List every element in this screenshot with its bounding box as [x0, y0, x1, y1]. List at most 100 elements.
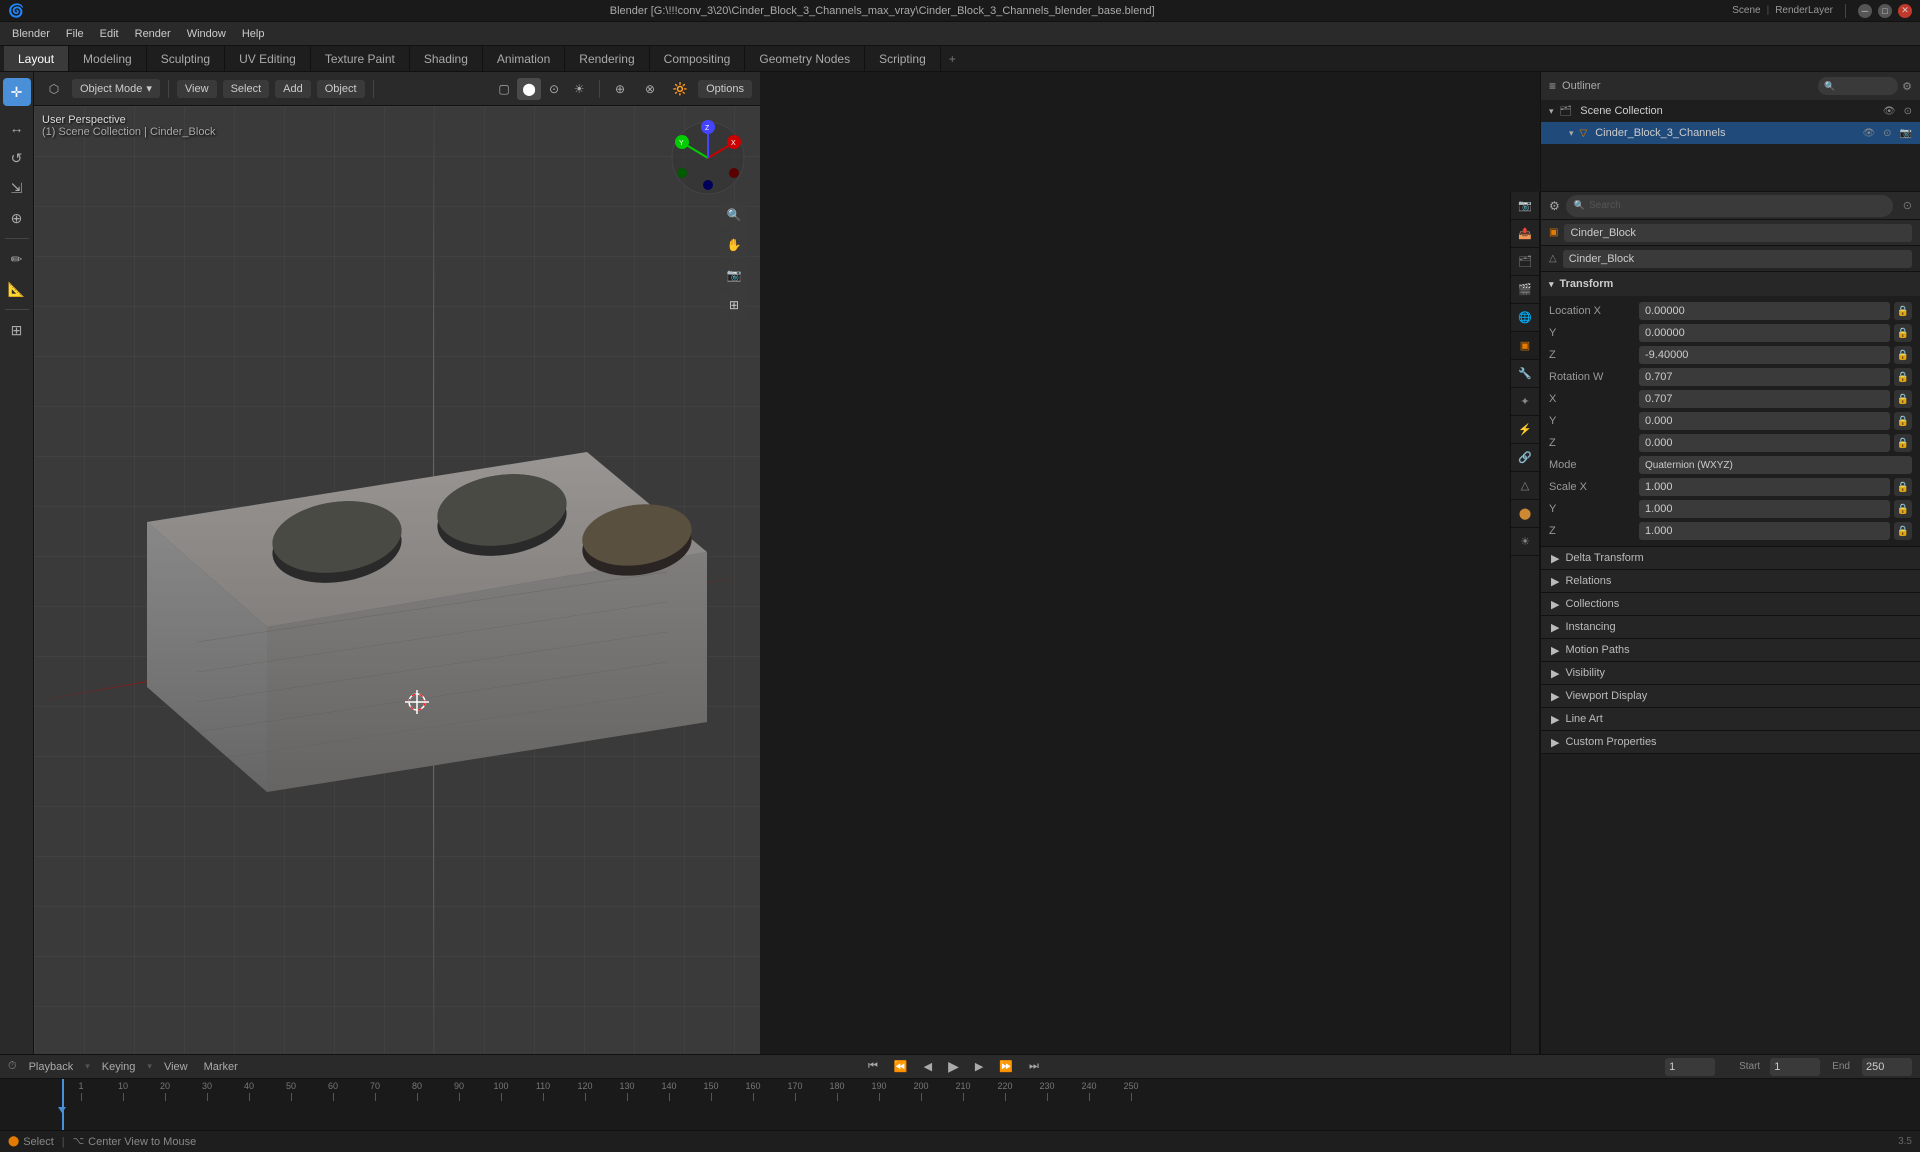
- magnify-view-button[interactable]: 🔍: [720, 201, 748, 229]
- scene-collection-visibility[interactable]: 👁: [1883, 106, 1896, 117]
- jump-to-start-button[interactable]: ⏮: [864, 1058, 882, 1075]
- shading-props-tab[interactable]: ☀: [1511, 528, 1539, 556]
- timeline-ruler[interactable]: 1 10 20 30 40 50: [0, 1079, 1920, 1133]
- outliner-search[interactable]: 🔍: [1818, 77, 1898, 95]
- rotate-tool-button[interactable]: ↺: [3, 144, 31, 172]
- location-y-field[interactable]: 0.00000: [1639, 324, 1890, 342]
- scale-x-field[interactable]: 1.000: [1639, 478, 1890, 496]
- collections-header[interactable]: ▶ Collections: [1541, 593, 1920, 615]
- rotation-w-field[interactable]: 0.707: [1639, 368, 1890, 386]
- navigation-gizmo[interactable]: X Y Z: [668, 118, 748, 198]
- delta-transform-header[interactable]: ▶ Delta Transform: [1541, 547, 1920, 569]
- maximize-button[interactable]: □: [1878, 4, 1892, 18]
- mode-dropdown[interactable]: Object Mode ▾: [72, 79, 160, 98]
- rotation-y-field[interactable]: 0.000: [1639, 412, 1890, 430]
- object-props-tab[interactable]: ▣: [1511, 332, 1539, 360]
- rotation-mode-dropdown[interactable]: Quaternion (WXYZ): [1639, 456, 1912, 474]
- tab-uv-editing[interactable]: UV Editing: [225, 46, 311, 71]
- scale-y-field[interactable]: 1.000: [1639, 500, 1890, 518]
- tab-animation[interactable]: Animation: [483, 46, 565, 71]
- line-art-header[interactable]: ▶ Line Art: [1541, 708, 1920, 730]
- location-x-lock[interactable]: 🔒: [1894, 302, 1912, 320]
- minimize-button[interactable]: ─: [1858, 4, 1872, 18]
- grid-view-button[interactable]: ⊞: [720, 291, 748, 319]
- tab-compositing[interactable]: Compositing: [650, 46, 746, 71]
- transform-tool-button[interactable]: ⊕: [3, 204, 31, 232]
- rotation-z-field[interactable]: 0.000: [1639, 434, 1890, 452]
- measure-tool-button[interactable]: 📐: [3, 275, 31, 303]
- tab-texture-paint[interactable]: Texture Paint: [311, 46, 410, 71]
- output-props-tab[interactable]: 📤: [1511, 220, 1539, 248]
- view-layer-props-tab[interactable]: 🗂: [1511, 248, 1539, 276]
- material-props-tab[interactable]: ⬤: [1511, 500, 1539, 528]
- item-visibility[interactable]: 👁: [1862, 128, 1875, 139]
- location-x-field[interactable]: 0.00000: [1639, 302, 1890, 320]
- mesh-name-field[interactable]: Cinder_Block: [1563, 250, 1912, 268]
- tab-layout[interactable]: Layout: [4, 46, 69, 71]
- rotation-w-lock[interactable]: 🔒: [1894, 368, 1912, 386]
- transform-section-header[interactable]: ▾ Transform: [1541, 272, 1920, 296]
- scale-y-lock[interactable]: 🔒: [1894, 500, 1912, 518]
- modifier-props-tab[interactable]: 🔧: [1511, 360, 1539, 388]
- motion-paths-header[interactable]: ▶ Motion Paths: [1541, 639, 1920, 661]
- scale-z-lock[interactable]: 🔒: [1894, 522, 1912, 540]
- render-props-tab[interactable]: 📷: [1511, 192, 1539, 220]
- tab-shading[interactable]: Shading: [410, 46, 483, 71]
- view-menu[interactable]: View: [160, 1059, 192, 1075]
- close-button[interactable]: ✕: [1898, 4, 1912, 18]
- add-workspace-button[interactable]: +: [941, 46, 964, 71]
- outliner-scene-collection[interactable]: ▾ 🗂 Scene Collection 👁 ⊙: [1541, 100, 1920, 122]
- step-forward-button[interactable]: ⏩: [995, 1058, 1017, 1075]
- scene-props-tab[interactable]: 🎬: [1511, 276, 1539, 304]
- tab-rendering[interactable]: Rendering: [565, 46, 649, 71]
- particles-props-tab[interactable]: ✦: [1511, 388, 1539, 416]
- options-button[interactable]: Options: [698, 80, 752, 98]
- move-tool-button[interactable]: ↔: [3, 114, 31, 142]
- viewport-canvas[interactable]: User Perspective (1) Scene Collection | …: [34, 106, 760, 1098]
- item-select-restrict[interactable]: ⊙: [1883, 128, 1891, 139]
- jump-to-end-button[interactable]: ⏭: [1025, 1058, 1043, 1075]
- outliner-filter-button[interactable]: ⚙: [1902, 80, 1912, 93]
- solid-icon[interactable]: ⬤: [517, 78, 541, 100]
- rotation-x-lock[interactable]: 🔒: [1894, 390, 1912, 408]
- rendered-icon[interactable]: ☀: [567, 78, 591, 100]
- add-menu[interactable]: Add: [275, 80, 311, 98]
- prev-frame-button[interactable]: ◀: [920, 1058, 936, 1075]
- add-tool-button[interactable]: ⊞: [3, 316, 31, 344]
- relations-header[interactable]: ▶ Relations: [1541, 570, 1920, 592]
- rotation-z-lock[interactable]: 🔒: [1894, 434, 1912, 452]
- rotation-x-field[interactable]: 0.707: [1639, 390, 1890, 408]
- scale-tool-button[interactable]: ⇲: [3, 174, 31, 202]
- view-menu[interactable]: View: [177, 80, 217, 98]
- play-button[interactable]: ▶: [944, 1056, 963, 1077]
- tab-geometry-nodes[interactable]: Geometry Nodes: [745, 46, 865, 71]
- playback-menu[interactable]: Playback: [25, 1059, 78, 1075]
- scale-z-field[interactable]: 1.000: [1639, 522, 1890, 540]
- marker-menu[interactable]: Marker: [200, 1059, 242, 1075]
- select-menu[interactable]: Select: [223, 80, 270, 98]
- camera-view-button[interactable]: 📷: [720, 261, 748, 289]
- custom-properties-header[interactable]: ▶ Custom Properties: [1541, 731, 1920, 753]
- menu-help[interactable]: Help: [234, 26, 273, 42]
- viewport-display-header[interactable]: ▶ Viewport Display: [1541, 685, 1920, 707]
- menu-edit[interactable]: Edit: [92, 26, 127, 42]
- annotate-tool-button[interactable]: ✏: [3, 245, 31, 273]
- show-gizmos-icon[interactable]: ⊗: [638, 78, 662, 100]
- location-z-lock[interactable]: 🔒: [1894, 346, 1912, 364]
- location-z-field[interactable]: -9.40000: [1639, 346, 1890, 364]
- menu-blender[interactable]: Blender: [4, 26, 58, 42]
- material-preview-icon[interactable]: ⊙: [542, 78, 566, 100]
- show-overlays-icon[interactable]: ⊕: [608, 78, 632, 100]
- properties-search[interactable]: 🔍 Search: [1566, 195, 1893, 217]
- item-render[interactable]: 📷: [1900, 128, 1912, 139]
- start-frame-input[interactable]: 1: [1770, 1058, 1820, 1076]
- viewport-shading-icon[interactable]: 🔆: [668, 78, 692, 100]
- tab-scripting[interactable]: Scripting: [865, 46, 941, 71]
- tab-modeling[interactable]: Modeling: [69, 46, 147, 71]
- keying-menu[interactable]: Keying: [98, 1059, 140, 1075]
- cursor-tool-button[interactable]: ✛: [3, 78, 31, 106]
- visibility-header[interactable]: ▶ Visibility: [1541, 662, 1920, 684]
- object-name-field[interactable]: Cinder_Block: [1564, 224, 1912, 242]
- location-y-lock[interactable]: 🔒: [1894, 324, 1912, 342]
- rotation-y-lock[interactable]: 🔒: [1894, 412, 1912, 430]
